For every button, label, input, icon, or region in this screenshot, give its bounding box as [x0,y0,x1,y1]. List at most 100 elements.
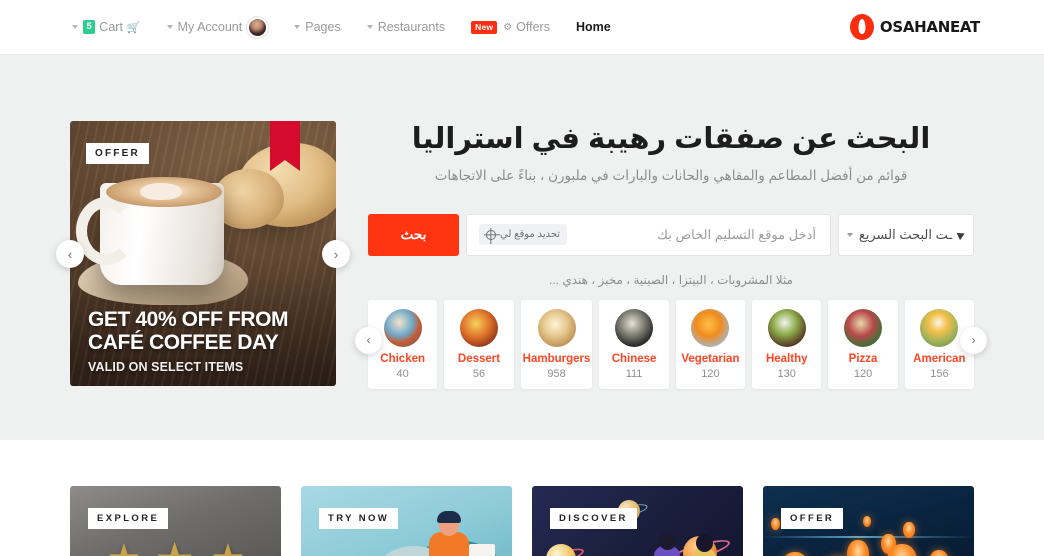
category-image [844,308,883,347]
promo-card-explore[interactable]: ★ ★ ★ ★ ★ EXPLORE [70,486,281,556]
category-image [459,308,498,347]
category-image [920,308,959,347]
hero-content: البحث عن صفقات رهيبة في استراليا قوائم م… [336,121,987,390]
search-bar: بحث تحديد موقع لي ـت البحث السريع [368,213,974,256]
nav-item-cart[interactable]: 5 Cart 🛒 [72,20,141,34]
category-count: 56 [472,368,486,381]
category-name: Chicken [380,352,426,365]
slider-slide[interactable]: OFFER GET 40% OFF FROM CAFÉ COFFEE DAY V… [70,121,336,386]
quick-search-value: ـت البحث السريع [858,226,953,242]
category-count: 120 [853,368,873,381]
promo-card-try-now[interactable]: TRY NOW [301,486,512,556]
nav-item-my-account[interactable]: My Account [166,16,269,38]
slider-next-button[interactable]: › [322,240,350,268]
slider-offer-badge: OFFER [86,143,149,164]
nav-item-label-my-account: My Account [177,20,243,34]
gear-icon: ⚙ [503,21,513,33]
category-image [767,308,806,347]
slider-title: GET 40% OFF FROM CAFÉ COFFEE DAY [88,307,289,355]
category-card-hamburgers[interactable]: Hamburgers 958 [520,299,593,390]
chevron-down-icon [846,232,853,237]
navbar-menu: 5 Cart 🛒 My Account Pages Restaurants Ne… [72,16,637,38]
slider-subtitle: VALID ON SELECT ITEMS [88,360,244,374]
category-card-vegetarian[interactable]: Vegetarian 120 [675,299,746,390]
category-name: Chinese [611,352,657,365]
chevron-down-icon [294,25,301,29]
star-icon: ★ [106,536,142,556]
category-count: 156 [930,368,949,381]
crosshair-icon [486,229,496,240]
promo-tag: DISCOVER [550,508,637,529]
category-count: 130 [777,368,796,381]
page-title: البحث عن صفقات رهيبة في استراليا [411,123,931,155]
category-card-healthy[interactable]: Healthy 130 [752,299,822,390]
hero-section: OFFER GET 40% OFF FROM CAFÉ COFFEE DAY V… [0,55,1044,440]
category-image [537,308,576,347]
lantern-icon [771,518,780,530]
location-input-wrapper[interactable]: تحديد موقع لي [466,213,831,256]
latte-art-image [106,177,222,207]
star-icon: ★ [154,532,195,556]
category-prev-button[interactable]: ‹ [355,326,382,354]
decor-streak [763,536,974,538]
category-card-dessert[interactable]: Dessert 56 [444,299,514,390]
osahaneat-logo-icon [849,14,874,40]
person-head [696,534,713,552]
avatar [247,16,269,38]
category-name: Hamburgers [522,352,591,365]
nav-item-pages[interactable]: Pages [294,20,341,34]
cart-count-badge: 5 [83,20,96,34]
planet-icon [546,544,576,556]
category-card-chinese[interactable]: Chinese 111 [599,299,669,390]
category-image [691,308,730,347]
nav-item-label-pages: Pages [305,20,341,34]
site-logo-text: OSAHANEAT [879,18,980,36]
promo-card-offer[interactable]: 40% 45% 40% OFFER Activate Wind [763,486,974,556]
lantern-icon [903,522,915,538]
category-name: Healthy [765,352,808,365]
site-logo[interactable]: OSAHANEAT [849,14,980,40]
category-name: Dessert [457,352,501,365]
nav-item-offers[interactable]: New ⚙ Offers [471,20,550,34]
quick-search-select[interactable]: ـت البحث السريع [838,213,974,256]
category-count: 120 [701,368,720,381]
locate-me-button[interactable]: تحديد موقع لي [479,224,568,245]
category-image [383,308,422,347]
promo-slider: OFFER GET 40% OFF FROM CAFÉ COFFEE DAY V… [56,121,350,389]
category-name: American [913,352,966,365]
category-count: 111 [625,368,643,381]
category-name: Pizza [848,352,878,365]
cart-icon: 🛒 [126,21,141,34]
navbar: 5 Cart 🛒 My Account Pages Restaurants Ne… [0,0,1044,55]
nav-item-home[interactable]: Home [576,20,611,34]
nav-item-label-cart: Cart [99,20,123,34]
chevron-down-icon [366,25,373,29]
search-hint: مثلا المشروبات ، البيتزا ، الصينية ، مخب… [549,272,793,287]
promo-tag: OFFER [781,508,844,529]
slider-caption: GET 40% OFF FROM CAFÉ COFFEE DAY VALID O… [88,308,336,374]
promo-tag: TRY NOW [319,508,399,529]
nav-item-label-restaurants: Restaurants [377,20,446,34]
nav-item-restaurants[interactable]: Restaurants [366,20,446,34]
star-icon: ★ [210,536,246,556]
lantern-icon [863,516,871,527]
person-hair [437,511,461,523]
promo-card-discover[interactable]: DISCOVER [532,486,743,556]
shopping-bag-icon [469,544,495,556]
category-count: 40 [396,368,409,381]
promo-section: ★ ★ ★ ★ ★ EXPLORE TRY NOW [0,440,1044,556]
category-next-button[interactable]: › [960,326,987,354]
chevron-down-icon [166,25,173,29]
locate-me-label: تحديد موقع لي [500,229,561,240]
promo-row: ★ ★ ★ ★ ★ EXPLORE TRY NOW [70,486,974,556]
new-badge: New [471,20,498,34]
slider-prev-button[interactable]: ‹ [56,240,84,268]
category-image [615,308,654,347]
search-button[interactable]: بحث [368,213,459,256]
location-input[interactable] [567,227,820,242]
category-card-pizza[interactable]: Pizza 120 [828,299,898,390]
person-head [659,533,676,550]
category-count: 958 [547,368,566,381]
lantern-label-40: 40% [781,552,809,556]
promo-tag: EXPLORE [88,508,169,529]
